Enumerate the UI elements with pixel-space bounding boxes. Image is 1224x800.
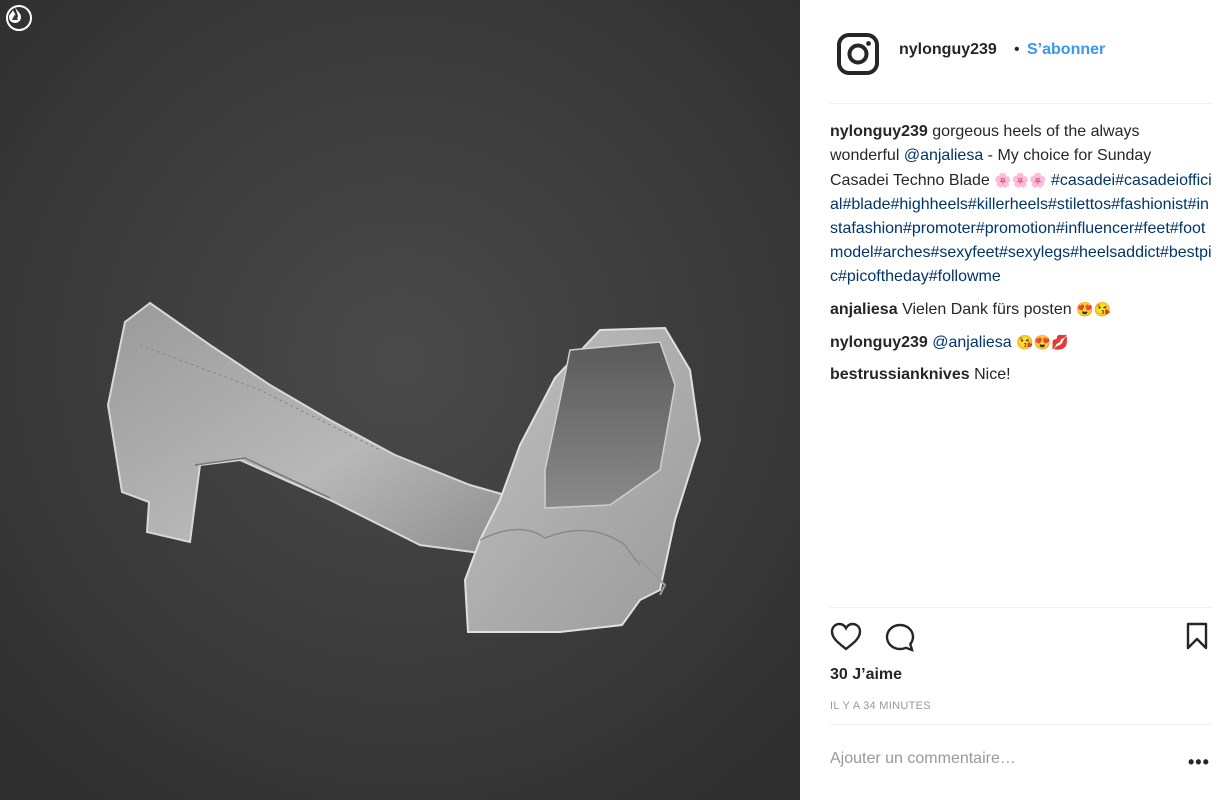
- comment-item: anjaliesa Vielen Dank fürs posten 😍😘: [830, 297, 1212, 322]
- comment-divider: [830, 724, 1212, 725]
- post-author-username[interactable]: nylonguy239: [899, 41, 997, 59]
- post-timestamp[interactable]: IL Y A 34 MINUTES: [830, 700, 931, 712]
- header-divider: [830, 103, 1212, 104]
- bookmark-icon[interactable]: [1185, 622, 1209, 655]
- more-options-button[interactable]: •••: [1188, 752, 1210, 773]
- flame-logo-icon[interactable]: [6, 5, 32, 31]
- caption-mention[interactable]: @anjaliesa: [904, 147, 983, 164]
- caption-emoji: 🌸🌸🌸: [994, 172, 1047, 188]
- header-separator: •: [1014, 41, 1020, 58]
- comment-item: bestrussianknives Nice!: [830, 363, 1212, 387]
- likes-count[interactable]: 30 J’aime: [830, 666, 902, 684]
- comment-item: nylonguy239 @anjaliesa 😘😍💋: [830, 330, 1212, 355]
- comment-username[interactable]: nylonguy239: [830, 334, 928, 351]
- comment-bubble-icon[interactable]: [884, 622, 916, 659]
- comment-text: Nice!: [974, 366, 1011, 383]
- comment-emoji: 😍😘: [1076, 301, 1111, 317]
- post-image[interactable]: [0, 0, 800, 800]
- heart-icon[interactable]: [830, 622, 862, 657]
- comment-text: Vielen Dank fürs posten: [902, 301, 1077, 318]
- post-header: nylonguy239 • S’abonner: [800, 0, 1224, 103]
- add-comment-input[interactable]: Ajouter un commentaire…: [830, 750, 1016, 768]
- follow-button[interactable]: S’abonner: [1027, 41, 1105, 59]
- shoes-photo: [0, 0, 800, 800]
- comments-list: nylonguy239 gorgeous heels of the always…: [830, 120, 1212, 395]
- post-details-panel: nylonguy239 • S’abonner nylonguy239 gorg…: [800, 0, 1224, 800]
- comment-emoji: 😘😍💋: [1016, 334, 1069, 350]
- caption: nylonguy239 gorgeous heels of the always…: [830, 120, 1212, 289]
- instagram-logo-icon[interactable]: [836, 32, 880, 76]
- caption-username[interactable]: nylonguy239: [830, 123, 928, 140]
- action-bar: [830, 622, 1214, 656]
- actions-divider: [830, 607, 1212, 608]
- comment-username[interactable]: bestrussianknives: [830, 366, 970, 383]
- comment-username[interactable]: anjaliesa: [830, 301, 898, 318]
- comment-mention[interactable]: @anjaliesa: [932, 334, 1011, 351]
